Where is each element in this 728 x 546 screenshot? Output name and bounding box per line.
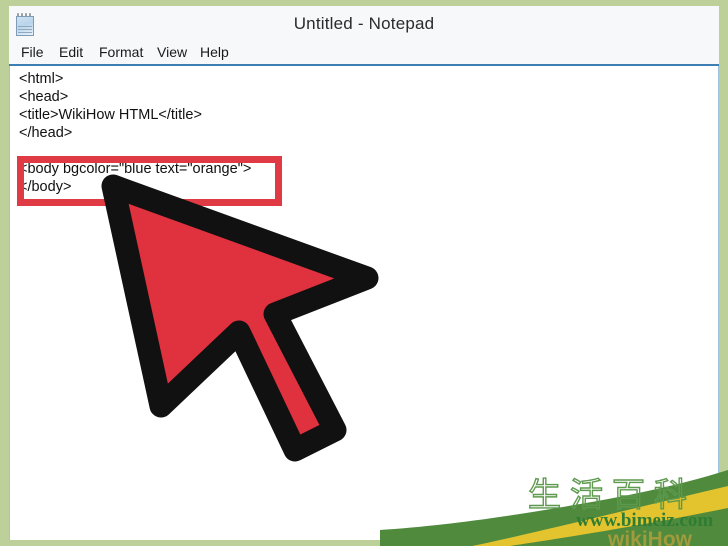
code-line: <body bgcolor="blue text="orange"> [19,161,252,177]
editor-text-area[interactable]: <html> <head> <title>WikiHow HTML</title… [9,66,719,540]
desktop-background: Untitled - Notepad File Edit Format View… [0,0,728,546]
code-line: <html> [19,71,64,87]
notepad-window: Untitled - Notepad File Edit Format View… [9,6,719,540]
title-bar[interactable]: Untitled - Notepad [9,6,719,41]
menu-item-file[interactable]: File [21,44,44,60]
editor-content: <html> <head> <title>WikiHow HTML</title… [19,70,619,196]
code-line: <head> [19,89,69,105]
menu-item-edit[interactable]: Edit [59,44,83,60]
menu-item-format[interactable]: Format [99,44,143,60]
code-line: </head> [19,125,73,141]
code-line: </body> [19,179,72,195]
menu-item-help[interactable]: Help [200,44,229,60]
menu-bar: File Edit Format View Help [9,41,719,66]
code-line: <title>WikiHow HTML</title> [19,107,202,123]
window-title: Untitled - Notepad [293,14,435,33]
menu-item-view[interactable]: View [157,44,187,60]
